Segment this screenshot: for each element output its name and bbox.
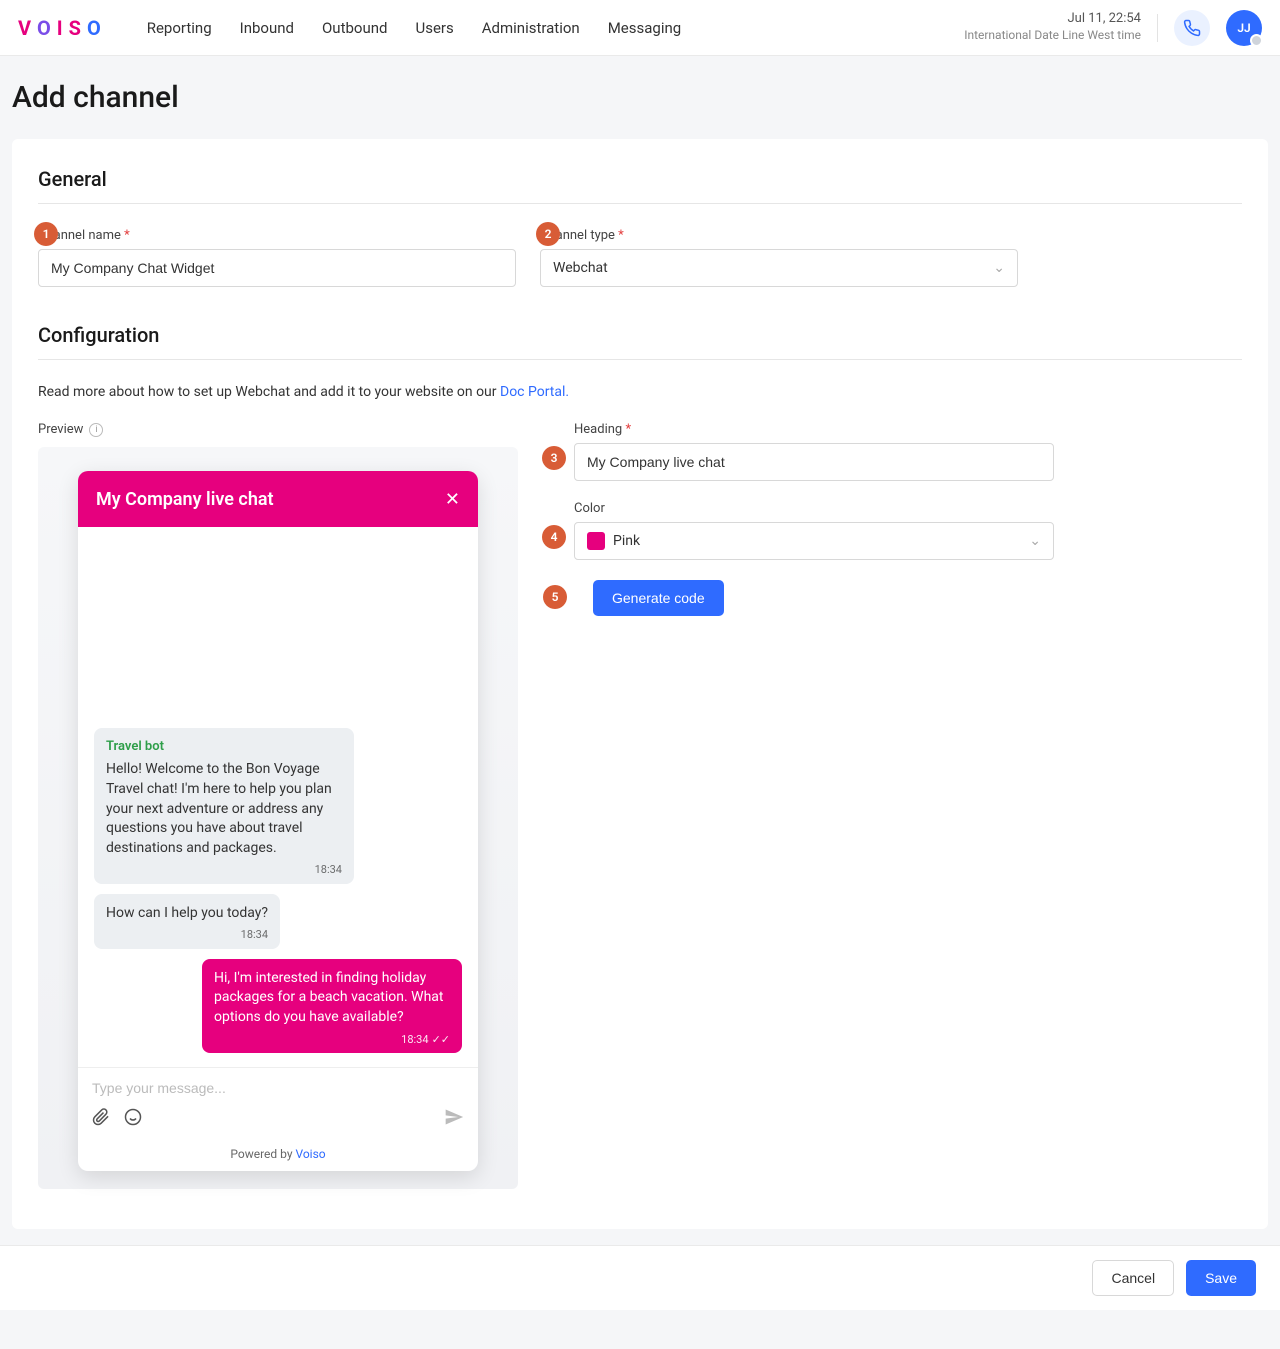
help-text: Read more about how to set up Webchat an… [38,384,1242,400]
config-column: 3 Heading * 4 Color Pink ⌄ [574,422,1054,636]
generate-block: 5 Generate code [574,580,743,616]
general-row: 1 Channel name * 2 Channel type * Webcha… [38,228,1242,287]
preview-column: Preview i My Company live chat ✕ Travel … [38,422,518,1189]
label-channel-name: Channel name * [38,228,516,243]
select-color[interactable]: Pink ⌄ [574,522,1054,560]
callout-2: 2 [536,222,560,246]
datetime: Jul 11, 22:54 [964,11,1141,28]
read-receipt-icon: ✓✓ [432,1032,450,1047]
top-nav: VOISO Reporting Inbound Outbound Users A… [0,0,1280,56]
select-channel-type[interactable]: Webchat ⌄ [540,249,1018,287]
callout-1: 1 [34,222,58,246]
datetime-block: Jul 11, 22:54 International Date Line We… [964,11,1141,43]
field-channel-name: 1 Channel name * [38,228,516,287]
select-channel-type-value: Webchat [553,260,608,276]
label-channel-type: Channel type * [540,228,1018,243]
avatar[interactable]: JJ [1226,10,1262,46]
field-channel-type: 2 Channel type * Webchat ⌄ [540,228,1018,287]
preview-label: Preview i [38,422,518,437]
field-heading: 3 Heading * [574,422,1054,481]
chat-header: My Company live chat ✕ [78,471,478,527]
chat-msg-time: 18:34 [106,927,268,942]
nav-administration[interactable]: Administration [482,19,580,37]
generate-code-button[interactable]: Generate code [593,580,724,616]
section-general-title: General [38,167,1242,191]
chevron-down-icon: ⌄ [1029,533,1041,549]
cancel-button[interactable]: Cancel [1092,1260,1174,1296]
send-icon[interactable] [444,1107,464,1131]
timezone: International Date Line West time [964,28,1141,44]
page: Add channel General 1 Channel name * 2 C… [0,56,1280,1349]
select-color-value: Pink [613,533,640,549]
input-channel-name[interactable] [38,249,516,287]
nav-links: Reporting Inbound Outbound Users Adminis… [147,19,681,37]
chat-message-input[interactable] [92,1080,464,1096]
chat-msg-text: Hi, I'm interested in finding holiday pa… [214,970,444,1025]
dialer-icon[interactable] [1174,10,1210,46]
logo: VOISO [18,16,107,40]
preview-box: My Company live chat ✕ Travel bot Hello!… [38,447,518,1189]
bot-name: Travel bot [106,738,342,756]
config-layout: Preview i My Company live chat ✕ Travel … [38,422,1242,1189]
chat-msg-bot: Travel bot Hello! Welcome to the Bon Voy… [94,728,354,884]
info-icon: i [89,423,103,437]
emoji-icon[interactable] [124,1108,142,1130]
chat-input-area [78,1067,478,1141]
callout-5: 5 [543,585,567,609]
chevron-down-icon: ⌄ [993,260,1005,276]
field-color: 4 Color Pink ⌄ [574,501,1054,560]
chat-msg-user: Hi, I'm interested in finding holiday pa… [202,959,462,1053]
chat-toolbar [92,1107,464,1131]
chat-msg-bot: How can I help you today? 18:34 [94,894,280,949]
voiso-link[interactable]: Voiso [295,1147,325,1161]
hr2 [38,359,1242,360]
attachment-icon[interactable] [92,1108,110,1130]
nav-inbound[interactable]: Inbound [240,19,294,37]
section-configuration-title: Configuration [38,323,1242,347]
nav-reporting[interactable]: Reporting [147,19,212,37]
chat-msg-time: 18:34✓✓ [214,1032,450,1047]
doc-portal-link[interactable]: Doc Portal. [500,384,569,400]
input-heading[interactable] [574,443,1054,481]
label-heading: Heading * [574,422,1054,437]
chat-msg-text: How can I help you today? [106,905,268,921]
chat-widget: My Company live chat ✕ Travel bot Hello!… [78,471,478,1171]
chat-msg-time: 18:34 [106,862,342,877]
divider [1157,14,1158,42]
nav-messaging[interactable]: Messaging [608,19,681,37]
chat-msg-text: Hello! Welcome to the Bon Voyage Travel … [106,761,332,855]
callout-4: 4 [542,525,566,549]
footer-actions: Cancel Save [0,1245,1280,1310]
nav-users[interactable]: Users [415,19,453,37]
label-color: Color [574,501,1054,516]
hr [38,203,1242,204]
page-title: Add channel [12,80,1268,115]
close-icon[interactable]: ✕ [445,489,460,510]
powered-by: Powered by Voiso [78,1141,478,1171]
color-swatch [587,532,605,550]
chat-header-title: My Company live chat [96,489,274,510]
nav-outbound[interactable]: Outbound [322,19,388,37]
chat-body: Travel bot Hello! Welcome to the Bon Voy… [78,527,478,1067]
callout-3: 3 [542,446,566,470]
nav-right: Jul 11, 22:54 International Date Line We… [964,10,1262,46]
save-button[interactable]: Save [1186,1260,1256,1296]
card: General 1 Channel name * 2 Channel type … [12,139,1268,1229]
